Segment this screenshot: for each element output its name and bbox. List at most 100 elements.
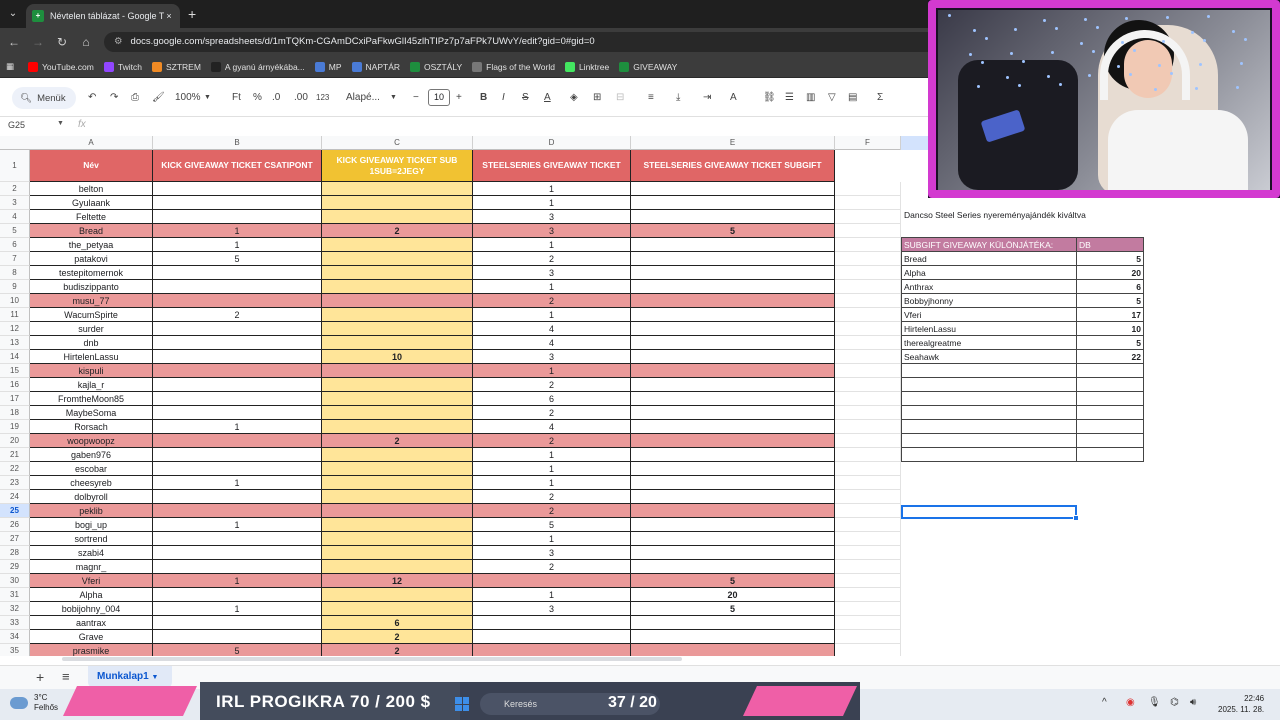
empty-cell[interactable]	[835, 588, 901, 602]
name-cell[interactable]: woopwoopz	[30, 434, 153, 448]
ticket-cell[interactable]	[153, 434, 322, 448]
ticket-cell[interactable]	[322, 602, 473, 616]
ticket-cell[interactable]: 1	[473, 280, 631, 294]
ticket-cell[interactable]	[473, 574, 631, 588]
name-cell[interactable]: magnr_	[30, 560, 153, 574]
name-cell[interactable]: gaben976	[30, 448, 153, 462]
table-header-cell[interactable]: KICK GIVEAWAY TICKET SUB 1SUB=2JEGY	[322, 150, 473, 182]
fill-color-icon[interactable]: ◈	[570, 90, 578, 106]
empty-cell[interactable]	[835, 364, 901, 378]
empty-cell[interactable]	[835, 602, 901, 616]
ticket-cell[interactable]: 2	[322, 434, 473, 448]
subgift-db-cell[interactable]: 22	[1077, 350, 1144, 364]
ticket-cell[interactable]	[322, 196, 473, 210]
table-header-cell[interactable]: Név	[30, 150, 153, 182]
insert-link-icon[interactable]: ⛓	[763, 90, 776, 106]
ticket-cell[interactable]	[153, 266, 322, 280]
name-box[interactable]: G25	[8, 120, 25, 130]
empty-cell[interactable]	[835, 196, 901, 210]
table-header-cell[interactable]: KICK GIVEAWAY TICKET CSATIPONT	[153, 150, 322, 182]
subgift-name-cell[interactable]	[902, 406, 1077, 420]
table-header-cell[interactable]: STEELSERIES GIVEAWAY TICKET	[473, 150, 631, 182]
ticket-cell[interactable]	[631, 238, 835, 252]
ticket-cell[interactable]	[153, 322, 322, 336]
site-info-icon[interactable]: ⚙	[114, 36, 123, 47]
row-header[interactable]: 31	[0, 588, 30, 602]
ticket-cell[interactable]	[322, 392, 473, 406]
ticket-cell[interactable]	[322, 280, 473, 294]
subgift-name-cell[interactable]	[902, 434, 1077, 448]
name-cell[interactable]: testepitomernok	[30, 266, 153, 280]
row-header[interactable]: 10	[0, 294, 30, 308]
row-header[interactable]: 5	[0, 224, 30, 238]
insert-chart-icon[interactable]: ▥	[806, 90, 815, 106]
bookmark-item[interactable]: YouTube.com	[28, 61, 94, 72]
ticket-cell[interactable]	[631, 294, 835, 308]
ticket-cell[interactable]: 3	[473, 602, 631, 616]
name-cell[interactable]: Gyulaank	[30, 196, 153, 210]
ticket-cell[interactable]: 4	[473, 336, 631, 350]
ticket-cell[interactable]	[631, 616, 835, 630]
ticket-cell[interactable]: 1	[153, 238, 322, 252]
row-header[interactable]: 28	[0, 546, 30, 560]
ticket-cell[interactable]: 10	[322, 350, 473, 364]
subgift-name-cell[interactable]: Seahawk	[902, 350, 1077, 364]
column-header[interactable]: E	[631, 136, 835, 150]
empty-cell[interactable]	[835, 532, 901, 546]
empty-cell[interactable]	[835, 490, 901, 504]
ticket-cell[interactable]	[631, 518, 835, 532]
subgift-db-cell[interactable]	[1077, 420, 1144, 434]
empty-cell[interactable]	[835, 266, 901, 280]
subgift-db-cell[interactable]	[1077, 434, 1144, 448]
bookmark-item[interactable]: A gyanú árnyékába...	[210, 61, 305, 72]
ticket-cell[interactable]: 1	[153, 224, 322, 238]
ticket-cell[interactable]	[153, 560, 322, 574]
row-header[interactable]: 23	[0, 476, 30, 490]
bookmark-item[interactable]: NAPTÁR	[351, 61, 400, 72]
row-header[interactable]: 27	[0, 532, 30, 546]
empty-cell[interactable]	[835, 644, 901, 656]
empty-cell[interactable]	[835, 476, 901, 490]
ticket-cell[interactable]: 1	[153, 518, 322, 532]
ticket-cell[interactable]: 2	[322, 630, 473, 644]
bookmark-item[interactable]: GIVEAWAY	[619, 61, 677, 72]
font-select[interactable]: Alapé...	[346, 90, 380, 106]
number-format-button[interactable]: 123	[316, 90, 329, 106]
name-cell[interactable]: Rorsach	[30, 420, 153, 434]
row-header[interactable]: 14	[0, 350, 30, 364]
name-cell[interactable]: Grave	[30, 630, 153, 644]
subgift-db-cell[interactable]	[1077, 406, 1144, 420]
ticket-cell[interactable]	[631, 448, 835, 462]
empty-cell[interactable]	[835, 294, 901, 308]
add-sheet-button[interactable]: +	[36, 669, 44, 685]
ticket-cell[interactable]: 20	[631, 588, 835, 602]
ticket-cell[interactable]	[322, 406, 473, 420]
ticket-cell[interactable]: 1	[153, 476, 322, 490]
subgift-name-cell[interactable]: HirtelenLassu	[902, 322, 1077, 336]
merge-cells-icon[interactable]: ⊟	[616, 90, 624, 106]
row-header[interactable]: 7	[0, 252, 30, 266]
ticket-cell[interactable]: 3	[473, 210, 631, 224]
ticket-cell[interactable]	[153, 294, 322, 308]
ticket-cell[interactable]: 5	[631, 602, 835, 616]
ticket-cell[interactable]	[631, 462, 835, 476]
row-header[interactable]: 16	[0, 378, 30, 392]
subgift-name-cell[interactable]: Bread	[902, 252, 1077, 266]
bookmark-item[interactable]: SZTREM	[151, 61, 201, 72]
ticket-cell[interactable]	[322, 532, 473, 546]
empty-cell[interactable]	[835, 238, 901, 252]
column-header[interactable]: A	[30, 136, 153, 150]
ticket-cell[interactable]	[322, 182, 473, 196]
row-header[interactable]: 13	[0, 336, 30, 350]
name-cell[interactable]: cheesyreb	[30, 476, 153, 490]
ticket-cell[interactable]	[322, 546, 473, 560]
db-header[interactable]: DB	[1077, 238, 1144, 252]
name-cell[interactable]: the_petyaa	[30, 238, 153, 252]
ticket-cell[interactable]	[153, 406, 322, 420]
undo-icon[interactable]: ↶	[88, 90, 96, 106]
subgift-name-cell[interactable]: Anthrax	[902, 280, 1077, 294]
ticket-cell[interactable]: 5	[473, 518, 631, 532]
subgift-db-cell[interactable]: 5	[1077, 294, 1144, 308]
forward-icon[interactable]: →	[30, 34, 46, 50]
ticket-cell[interactable]: 5	[631, 224, 835, 238]
